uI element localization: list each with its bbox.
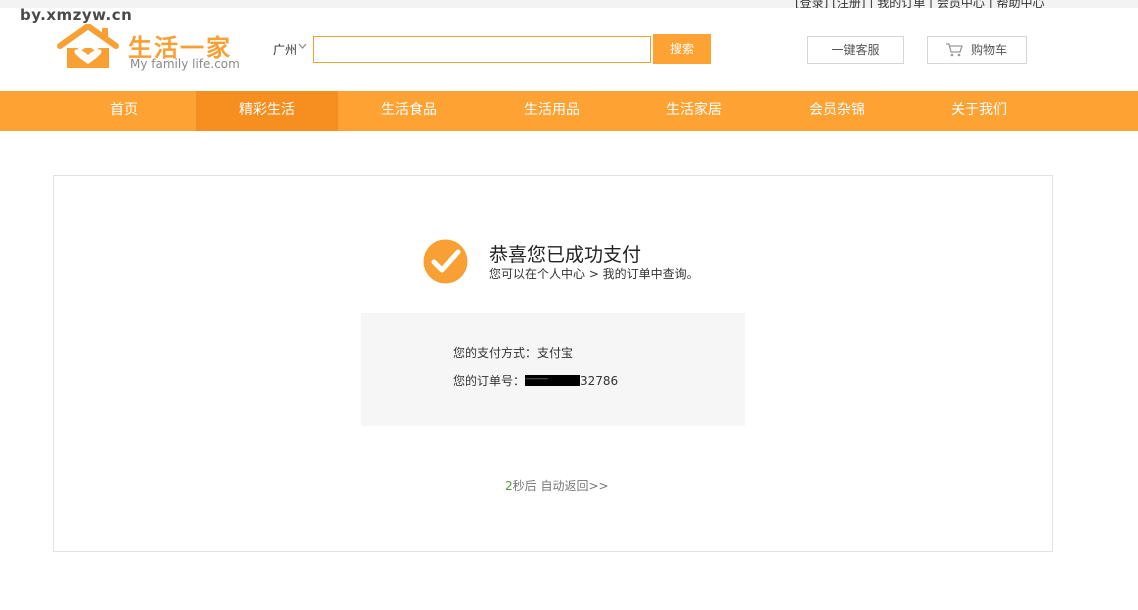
auto-return-countdown[interactable]: 2秒后 自动返回>> <box>505 477 609 494</box>
house-heart-icon <box>57 24 119 68</box>
nav-item-home[interactable]: 首页 <box>53 91 195 131</box>
search-button[interactable]: 搜索 <box>653 34 711 64</box>
chevron-down-icon <box>298 43 307 49</box>
top-bar: [登录] [注册] | 我的订单 | 会员中心 | 帮助中心 <box>0 0 1138 8</box>
order-number-redacted: ---------- <box>525 375 581 386</box>
cart-icon <box>946 43 963 57</box>
success-check-icon <box>423 239 468 284</box>
payment-method-value: 支付宝 <box>537 346 574 360</box>
payment-method-line: 您的支付方式：支付宝 <box>453 344 573 361</box>
nav-item-food[interactable]: 生活食品 <box>338 91 480 131</box>
payment-method-label: 您的支付方式： <box>453 346 538 360</box>
order-number-suffix: 32786 <box>580 374 619 388</box>
nav-item-home-furnishing[interactable]: 生活家居 <box>623 91 765 131</box>
main-nav: 首页 精彩生活 生活食品 生活用品 生活家居 会员杂锦 关于我们 <box>0 91 1138 131</box>
cart-button[interactable]: 购物车 <box>927 36 1027 64</box>
city-selector[interactable]: 广州 <box>273 41 307 58</box>
success-title: 恭喜您已成功支付 <box>489 244 642 266</box>
cart-label: 购物车 <box>971 43 1008 57</box>
countdown-text: 秒后 自动返回>> <box>512 479 609 493</box>
nav-item-about[interactable]: 关于我们 <box>908 91 1050 131</box>
customer-service-button[interactable]: 一键客服 <box>807 36 904 64</box>
logo-text-en: My family life.com <box>130 57 240 71</box>
order-number-label: 您的订单号： <box>453 374 526 388</box>
nav-item-supplies[interactable]: 生活用品 <box>481 91 623 131</box>
nav-item-member-misc[interactable]: 会员杂锦 <box>766 91 908 131</box>
top-links[interactable]: [登录] [注册] | 我的订单 | 会员中心 | 帮助中心 <box>795 0 1045 8</box>
site-logo[interactable]: 生活一家 My family life.com <box>56 24 246 72</box>
city-label: 广州 <box>273 43 298 57</box>
countdown-seconds: 2 <box>505 479 513 493</box>
order-number-line: 您的订单号：---------- 32786 <box>453 372 618 389</box>
search-input[interactable] <box>313 36 651 63</box>
nav-item-wonderful-life[interactable]: 精彩生活 <box>196 91 338 131</box>
success-subtitle: 您可以在个人中心 > 我的订单中查询。 <box>489 267 699 281</box>
order-info-box <box>361 313 745 426</box>
watermark: by.xmzyw.cn <box>20 6 133 24</box>
